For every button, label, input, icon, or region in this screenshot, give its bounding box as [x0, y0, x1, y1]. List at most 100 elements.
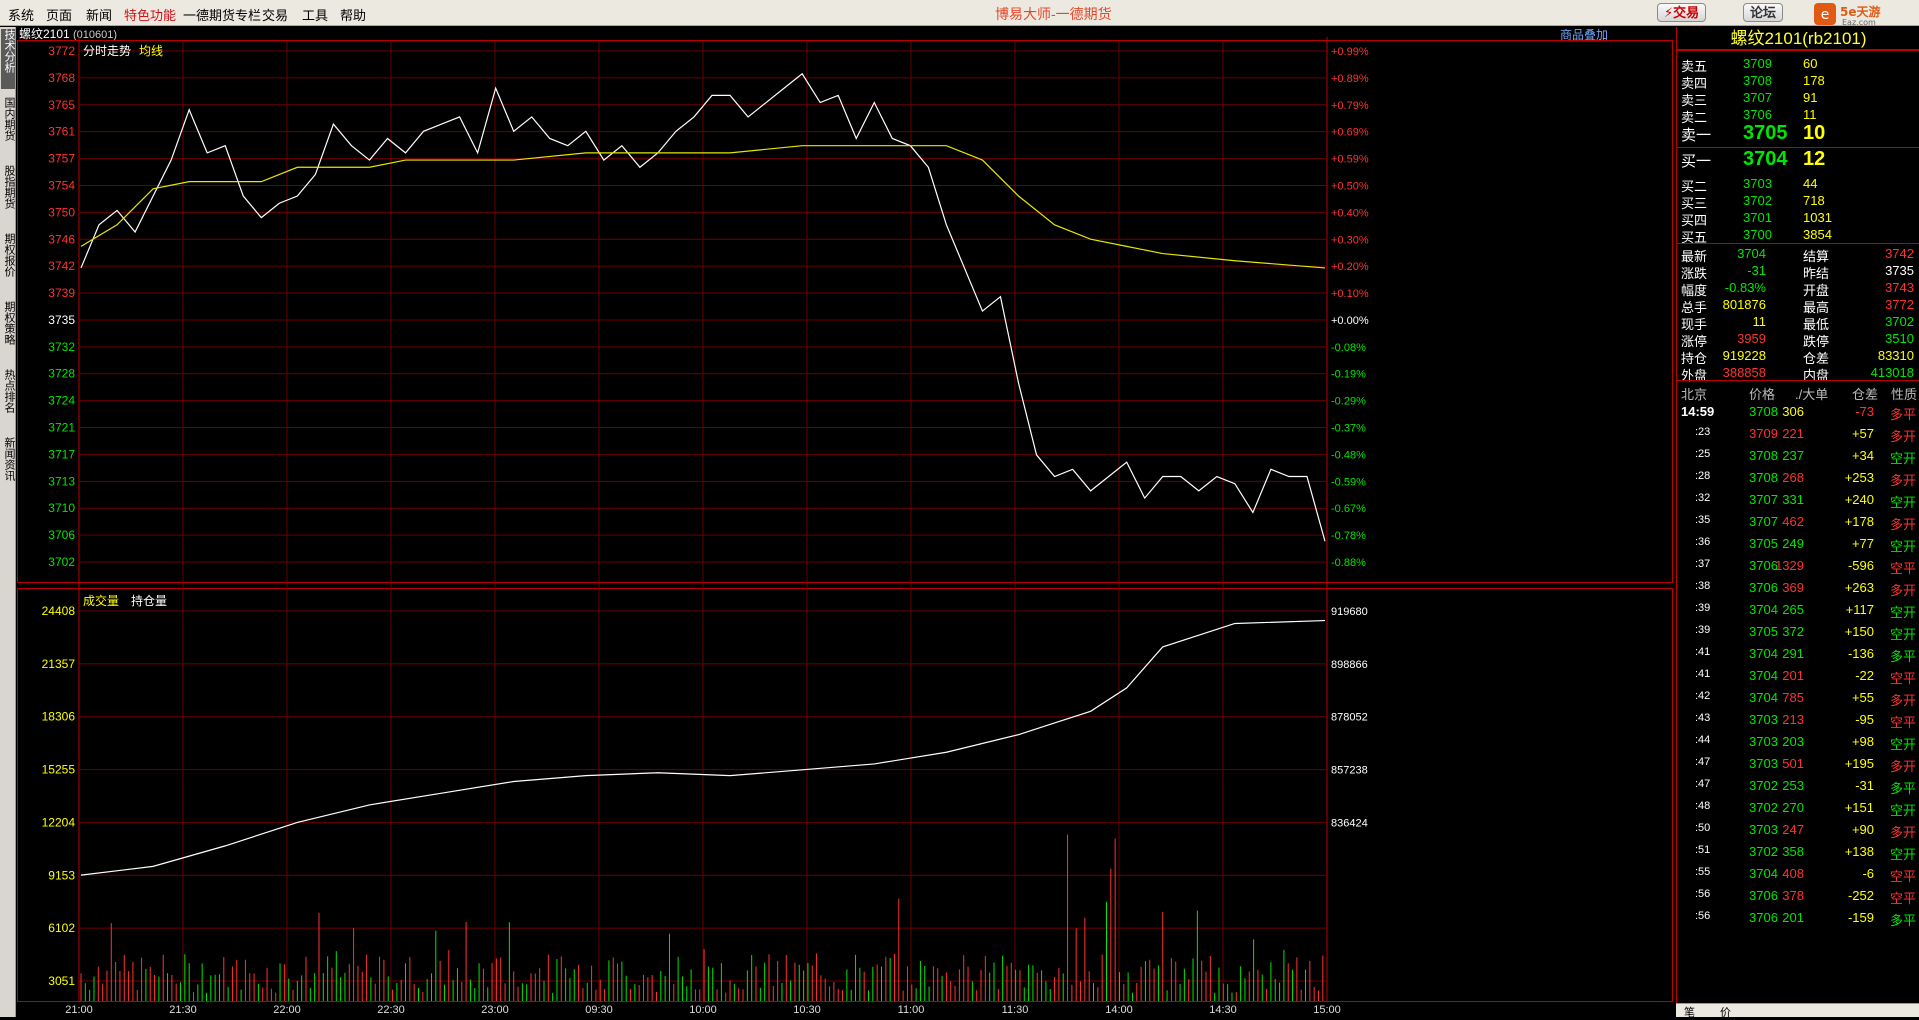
ticker-price: 3702	[1749, 844, 1778, 859]
logo: e 5e天游 Eaz.com	[1814, 3, 1881, 26]
book-vol: 44	[1803, 176, 1818, 191]
ticker-oi-change: +263	[1844, 580, 1874, 595]
ticker-row: :50 3703 247 +90 多开	[1677, 819, 1919, 841]
y-tick: 3702	[48, 555, 75, 569]
x-tick: 15:00	[1313, 1004, 1341, 1016]
overlay-link[interactable]: 商品叠加	[1560, 27, 1608, 42]
left-tab[interactable]: 股指期货	[1, 165, 15, 225]
stat-value: 3742	[1885, 246, 1914, 261]
ticker-row: :39 3705 372 +150 空开	[1677, 621, 1919, 643]
ticker-price: 3703	[1749, 712, 1778, 727]
vol-tick: 3051	[48, 974, 75, 988]
ticker-vol: 270	[1782, 800, 1804, 815]
ticker-oi-change: +90	[1851, 822, 1874, 837]
ticker-oi-change: -73	[1855, 404, 1874, 419]
left-tab[interactable]: 新闻资讯	[1, 437, 15, 497]
y-tick: 3721	[48, 421, 75, 435]
vol-tick: 15255	[42, 763, 76, 777]
ticker-time: :47	[1695, 778, 1711, 790]
stat-value: 413018	[1870, 365, 1914, 380]
book-vol: 91	[1803, 90, 1818, 105]
stat-value: -31	[1747, 263, 1766, 278]
menu-item[interactable]: 系统	[8, 5, 34, 24]
trade-button[interactable]: ⚡交易	[1657, 3, 1707, 22]
ticker-oi-change: +240	[1844, 492, 1874, 507]
y2-tick: -0.59%	[1331, 476, 1366, 488]
ticker-row: :28 3708 268 +253 多开	[1677, 467, 1919, 489]
ticker-time: :23	[1695, 426, 1711, 438]
y-tick: 3765	[48, 98, 75, 112]
menu-item[interactable]: 帮助	[340, 5, 366, 24]
ticker-row: :48 3702 270 +151 空开	[1677, 797, 1919, 819]
stat-value: 388858	[1722, 365, 1766, 380]
vol-tick: 12204	[42, 815, 76, 829]
menu-item[interactable]: 一德期货专栏	[183, 5, 261, 24]
x-tick: 11:30	[1002, 1004, 1029, 1016]
ticker-row: :41 3704 201 -22 空平	[1677, 665, 1919, 687]
ticker-vol: 268	[1782, 470, 1804, 485]
order-book-row: 买五 3700 3854	[1677, 224, 1919, 245]
ticker-nature: 多开	[1889, 825, 1916, 840]
ticker-nature: 空平	[1889, 891, 1916, 906]
book-price: 3700	[1743, 227, 1772, 242]
intraday-chart[interactable]: 螺纹2101 (010601) 商品叠加 3772 +0.99% 3768 +0.89% 37…	[17, 27, 1674, 1017]
symbol-label: 螺纹2101	[19, 27, 70, 41]
ticker-nature: 空平	[1889, 671, 1916, 686]
left-tab-bar: 技术分析国内期货股指期货期权报价期权策略热点排名新闻资讯	[0, 27, 16, 1017]
ticker-tab[interactable]: 价	[1720, 1004, 1731, 1020]
left-tab[interactable]: 期权报价	[1, 233, 15, 293]
ticker-row: :37 3706 1329 -596 空平	[1677, 555, 1919, 577]
ticker-price: 3705	[1749, 536, 1778, 551]
y-tick: 3746	[48, 232, 75, 246]
ticker-time: :56	[1695, 910, 1711, 922]
y2-tick: -0.08%	[1331, 342, 1366, 354]
ticker-time: :56	[1695, 888, 1711, 900]
stat-row: 外盘 388858 内盘 413018	[1677, 362, 1919, 383]
ticker-price: 3703	[1749, 734, 1778, 749]
ticker-oi-change: +150	[1844, 624, 1874, 639]
forum-button[interactable]: 论坛	[1743, 3, 1784, 22]
stat-value: 83310	[1877, 348, 1914, 363]
oi-label: 持仓量	[131, 593, 167, 608]
menu-item[interactable]: 工具	[302, 5, 328, 24]
menu-item[interactable]: 特色功能	[124, 5, 176, 24]
menu-item[interactable]: 交易	[262, 5, 288, 24]
ticker-nature: 空开	[1889, 737, 1916, 752]
ticker-price: 3709	[1749, 426, 1778, 441]
left-tab[interactable]: 热点排名	[1, 369, 15, 429]
ticker-vol: 247	[1782, 822, 1804, 837]
ticker-vol: 378	[1782, 888, 1804, 903]
menu-item[interactable]: 新闻	[86, 5, 112, 24]
ticker-price: 3704	[1749, 690, 1778, 705]
ticker-time: :50	[1695, 822, 1711, 834]
y2-tick: -0.19%	[1331, 369, 1366, 381]
stat-value: 3743	[1885, 280, 1914, 295]
ticker-tab[interactable]: 笔	[1684, 1004, 1695, 1020]
ticker-vol: 265	[1782, 602, 1804, 617]
ticker-oi-change: -159	[1847, 910, 1874, 925]
x-tick: 14:30	[1209, 1004, 1237, 1016]
ticker-price: 3706	[1749, 910, 1778, 925]
ticker-row: :56 3706 201 -159 多平	[1677, 907, 1919, 929]
ticker-nature: 空平	[1889, 869, 1916, 884]
svg-text:5e天游: 5e天游	[1840, 4, 1881, 19]
ticker-time: :39	[1695, 602, 1711, 614]
menu-item[interactable]: 页面	[46, 5, 72, 24]
left-tab[interactable]: 期权策略	[1, 301, 15, 361]
oi-tick: 878052	[1331, 712, 1368, 724]
ticker-nature: 空开	[1889, 605, 1916, 620]
y2-tick: -0.29%	[1331, 396, 1366, 408]
ticker-nature: 空开	[1889, 539, 1916, 554]
x-tick: 21:00	[65, 1004, 93, 1016]
app-title: 博易大师-一德期货	[995, 6, 1112, 22]
ticker-vol: 331	[1782, 492, 1804, 507]
ticker-nature: 多开	[1889, 583, 1916, 598]
ticker-vol: 369	[1782, 580, 1804, 595]
ticker-oi-change: +253	[1844, 470, 1874, 485]
ticker-nature: 空开	[1889, 627, 1916, 642]
y2-tick: +0.50%	[1331, 180, 1369, 192]
left-tab[interactable]: 国内期货	[1, 97, 15, 157]
book-price: 3709	[1743, 56, 1772, 71]
left-tab[interactable]: 技术分析	[1, 29, 15, 89]
ticker-nature: 多开	[1889, 429, 1916, 444]
